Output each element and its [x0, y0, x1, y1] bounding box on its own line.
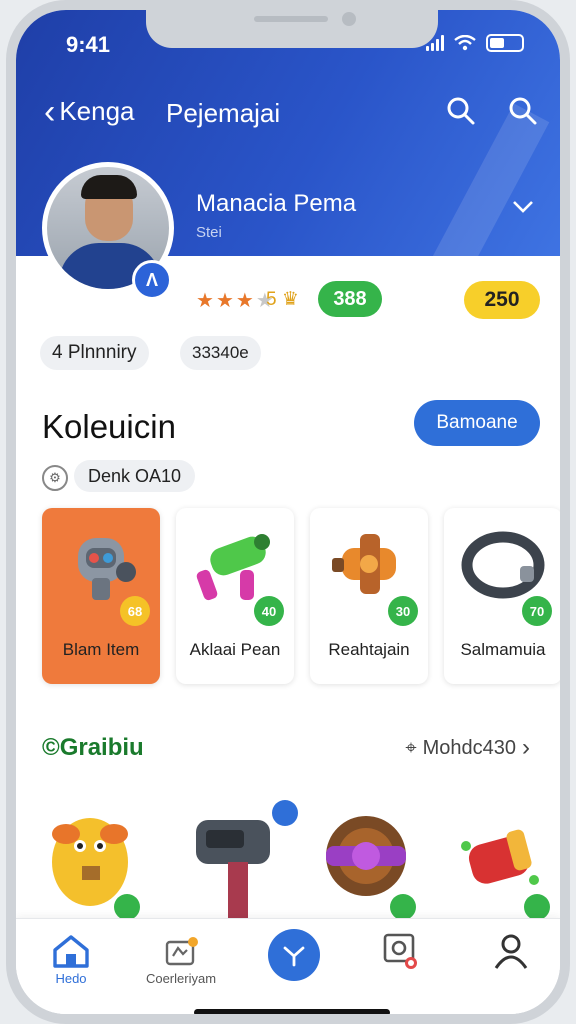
chevron-down-icon[interactable]: [512, 194, 534, 220]
signal-icon: [426, 35, 444, 51]
item-grid: [42, 800, 560, 920]
wifi-icon: [454, 35, 476, 51]
graibiu-logo-icon: ©: [42, 734, 60, 761]
section-title: ©Graibiu: [42, 734, 144, 762]
item-name: Blam Item: [62, 640, 140, 659]
avatar-hair: [81, 175, 137, 199]
level-chip[interactable]: 4 Plnnniry: [40, 336, 149, 370]
tile-badge-icon: [390, 894, 416, 920]
chevron-right-icon: ›: [522, 734, 530, 761]
see-all-link[interactable]: ⌖ Mohdc430 ›: [405, 734, 530, 762]
phone-frame: 9:41 ‹ Kenga Pejemajai Manacia Pema Stei…: [6, 0, 570, 1024]
profile-subtitle: Stei: [196, 224, 222, 241]
item-card[interactable]: 68 Blam Item: [42, 508, 160, 684]
hammer-icon: [196, 820, 270, 920]
coin-balance-badge[interactable]: 250: [464, 281, 540, 319]
rating-number: 5: [266, 289, 277, 310]
item-card[interactable]: 30 Reahtajain: [310, 508, 428, 684]
status-time: 9:41: [66, 32, 111, 57]
filter-icon[interactable]: ⚙: [42, 465, 68, 491]
nav-scan[interactable]: [346, 931, 456, 971]
center-action-icon: [283, 946, 305, 967]
camera: [342, 12, 356, 26]
tile-badge-icon: [114, 894, 140, 920]
id-chip[interactable]: 33340e: [180, 336, 261, 370]
scan-icon: [383, 933, 417, 969]
item-name: Salmamuia: [460, 640, 546, 659]
rating-value: 5 ♛: [266, 288, 299, 311]
collection-action-button[interactable]: Bamoane: [414, 400, 540, 446]
green-score-badge: 388: [318, 281, 382, 317]
item-tile[interactable]: [318, 800, 428, 920]
search-icon[interactable]: [508, 96, 538, 126]
top-bar: ‹ Kenga Pejemajai: [16, 92, 560, 136]
item-tile[interactable]: [42, 800, 152, 920]
community-icon: [165, 937, 198, 966]
star-rating: ★ ★ ★ ★: [196, 288, 274, 313]
star-icon: ★: [196, 290, 214, 312]
speaker: [254, 16, 328, 22]
item-name: Reahtajain: [328, 640, 410, 659]
collection-title: Koleuicin: [42, 408, 176, 445]
nav-home-label: Hedo: [55, 971, 87, 986]
item-carousel: 68 Blam Item 40 Aklaai Pean 30 Reahtajai…: [42, 508, 560, 684]
item-badge: 68: [120, 596, 150, 626]
item-card[interactable]: 70 Salmamuia: [444, 508, 560, 684]
search-icon[interactable]: [446, 96, 476, 126]
chevron-left-icon: ‹: [44, 92, 56, 131]
item-badge: 30: [388, 596, 418, 626]
status-icons: [426, 34, 524, 52]
item-tile[interactable]: [452, 800, 560, 920]
see-all-label: Mohdc430: [422, 736, 516, 759]
item-tile[interactable]: [182, 800, 298, 920]
star-icon: ★: [215, 290, 234, 312]
pin-icon: ⌖: [405, 736, 417, 759]
screen: 9:41 ‹ Kenga Pejemajai Manacia Pema Stei…: [16, 10, 560, 1014]
back-label: Kenga: [59, 96, 135, 126]
filter-chip[interactable]: Denk OA10: [74, 460, 196, 492]
star-icon: ★: [235, 290, 254, 312]
avatar-badge[interactable]: Λ: [132, 260, 172, 300]
back-button[interactable]: ‹ Kenga: [44, 92, 135, 131]
tile-badge-icon: [272, 800, 298, 826]
bottom-nav: Hedo Coerleriyam: [16, 918, 560, 1014]
nav-profile[interactable]: [456, 931, 560, 971]
home-icon: [53, 935, 89, 968]
nav-community-label: Coerleriyam: [145, 971, 217, 986]
nav-center-button[interactable]: [268, 929, 320, 981]
tile-badge-icon: [524, 894, 550, 920]
profile-name: Manacia Pema: [196, 190, 357, 217]
battery-icon: [486, 34, 524, 52]
section-title-text: Graibiu: [59, 734, 144, 761]
item-name: Aklaai Pean: [189, 640, 281, 659]
nav-home[interactable]: Hedo: [16, 931, 126, 986]
home-indicator[interactable]: [194, 1009, 390, 1014]
item-badge: 40: [254, 596, 284, 626]
item-badge: 70: [522, 596, 552, 626]
page-title: Pejemajai: [166, 98, 281, 128]
nav-community[interactable]: Coerleriyam: [126, 931, 236, 986]
notch: [146, 10, 438, 48]
user-icon: [494, 934, 528, 969]
item-card[interactable]: 40 Aklaai Pean: [176, 508, 294, 684]
crown-icon: ♛: [281, 289, 299, 310]
